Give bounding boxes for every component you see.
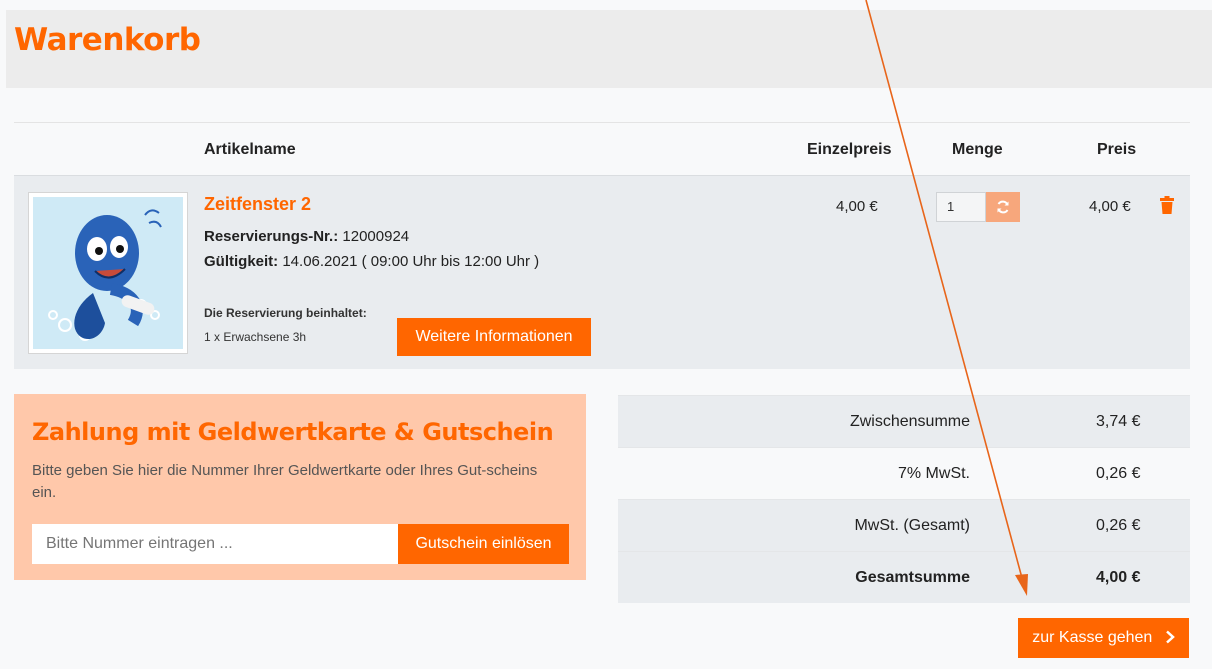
voucher-panel: Zahlung mit Geldwertkarte & Gutschein Bi… <box>14 394 586 580</box>
quantity-input[interactable]: 1 <box>936 192 986 222</box>
validity: Gültigkeit: 14.06.2021 ( 09:00 Uhr bis 1… <box>204 253 539 270</box>
validity-label: Gültigkeit: <box>204 253 279 270</box>
vat-7-value: 0,26 € <box>1096 465 1141 482</box>
subtotal-label: Zwischensumme <box>849 413 970 430</box>
quantity-stepper: 1 <box>936 192 1020 222</box>
product-image[interactable] <box>28 192 188 354</box>
reservation-value: 12000924 <box>342 228 410 245</box>
voucher-description: Bitte geben Sie hier die Nummer Ihrer Ge… <box>32 462 538 501</box>
table-top-divider <box>14 122 1190 123</box>
mascot-illustration <box>33 197 183 349</box>
subtotal-value: 3,74 € <box>1096 413 1141 430</box>
totals-row-vat-7: 7% MwSt. 0,26 € <box>618 447 1190 499</box>
trash-icon[interactable] <box>1160 196 1174 214</box>
reservation-number: Reservierungs-Nr.: 12000924 <box>204 228 409 245</box>
includes-item: 1 x Erwachsene 3h <box>204 330 307 344</box>
voucher-title: Zahlung mit Geldwertkarte & Gutschein <box>32 418 554 446</box>
totals-row-subtotal: Zwischensumme 3,74 € <box>618 395 1190 447</box>
column-header-article-name: Artikelname <box>204 141 296 158</box>
totals-row-grand-total: Gesamtsumme 4,00 € <box>618 551 1190 603</box>
column-header-quantity: Menge <box>952 141 1003 158</box>
column-header-price: Preis <box>1097 141 1137 158</box>
more-info-button[interactable]: Weitere Informationen <box>397 318 591 356</box>
vat-7-label: 7% MwSt. <box>897 465 970 482</box>
vat-total-value: 0,26 € <box>1096 517 1141 534</box>
includes-heading: Die Reservierung beinhaltet: <box>204 306 367 320</box>
grand-total-value: 4,00 € <box>1096 569 1141 586</box>
product-title[interactable]: Zeitfenster 2 <box>204 194 311 215</box>
totals-row-vat-total: MwSt. (Gesamt) 0,26 € <box>618 499 1190 551</box>
update-quantity-button[interactable] <box>986 192 1020 222</box>
page-header: Warenkorb <box>6 10 1212 88</box>
totals-table: Zwischensumme 3,74 € 7% MwSt. 0,26 € MwS… <box>618 395 1190 603</box>
column-header-unit-price: Einzelpreis <box>807 141 892 158</box>
checkout-label: zur Kasse gehen <box>1032 629 1153 646</box>
checkout-button[interactable]: zur Kasse gehen <box>1018 618 1189 658</box>
chevron-right-icon <box>1165 630 1175 644</box>
cart-item-row: Zeitfenster 2 Reservierungs-Nr.: 1200092… <box>14 175 1190 369</box>
validity-value: 14.06.2021 ( 09:00 Uhr bis 12:00 Uhr ) <box>282 253 540 270</box>
refresh-icon <box>997 200 1009 214</box>
page-title: Warenkorb <box>14 22 201 58</box>
voucher-number-input[interactable] <box>32 524 398 564</box>
cart-page: Warenkorb Artikelname Einzelpreis Menge … <box>0 0 1212 669</box>
vat-total-label: MwSt. (Gesamt) <box>854 517 970 534</box>
reservation-label: Reservierungs-Nr.: <box>204 228 339 245</box>
line-price: 4,00 € <box>1089 198 1131 215</box>
grand-total-label: Gesamtsumme <box>855 569 970 586</box>
unit-price: 4,00 € <box>836 198 878 215</box>
redeem-voucher-button[interactable]: Gutschein einlösen <box>398 524 569 564</box>
